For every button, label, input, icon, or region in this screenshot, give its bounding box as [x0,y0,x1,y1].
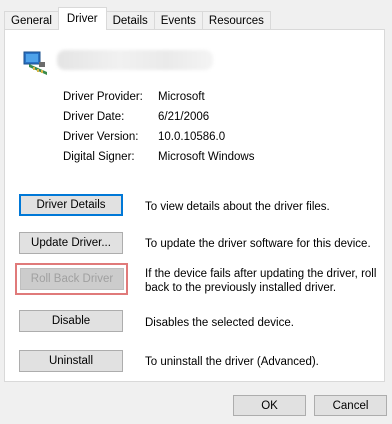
tab-general[interactable]: General [4,11,59,30]
update-driver-description: To update the driver software for this d… [145,238,371,250]
driver-details-button[interactable]: Driver Details [19,194,123,216]
property-label: Digital Signer: [63,151,135,163]
property-value: 10.0.10586.0 [158,131,226,143]
property-value: Microsoft Windows [158,151,255,163]
device-name-redacted [57,50,213,70]
roll-back-driver-button[interactable]: Roll Back Driver [20,268,124,290]
property-label: Driver Provider: [63,91,143,103]
roll-back-description-line-1: If the device fails after updating the d… [145,268,377,280]
property-label: Driver Date: [63,111,125,123]
tab-details[interactable]: Details [105,11,155,30]
tab-strip: General Driver Details Events Resources [4,7,271,30]
tab-resources[interactable]: Resources [201,11,271,30]
roll-back-description-line-2: back to the previously installed driver. [145,282,337,294]
property-value: 6/21/2006 [158,111,210,123]
uninstall-description: To uninstall the driver (Advanced). [145,356,319,368]
cancel-button[interactable]: Cancel [314,395,387,416]
uninstall-button[interactable]: Uninstall [19,350,123,372]
driver-tab-panel: Driver Provider: Microsoft Driver Date: … [4,29,385,382]
disable-description: Disables the selected device. [145,317,294,329]
tab-driver[interactable]: Driver [57,7,107,30]
driver-details-description: To view details about the driver files. [145,201,330,213]
ok-button[interactable]: OK [233,395,306,416]
network-adapter-icon [23,51,47,75]
update-driver-button[interactable]: Update Driver... [19,232,123,254]
tab-events[interactable]: Events [153,11,203,30]
property-label: Driver Version: [63,131,139,143]
disable-button[interactable]: Disable [19,310,123,332]
property-value: Microsoft [158,91,205,103]
